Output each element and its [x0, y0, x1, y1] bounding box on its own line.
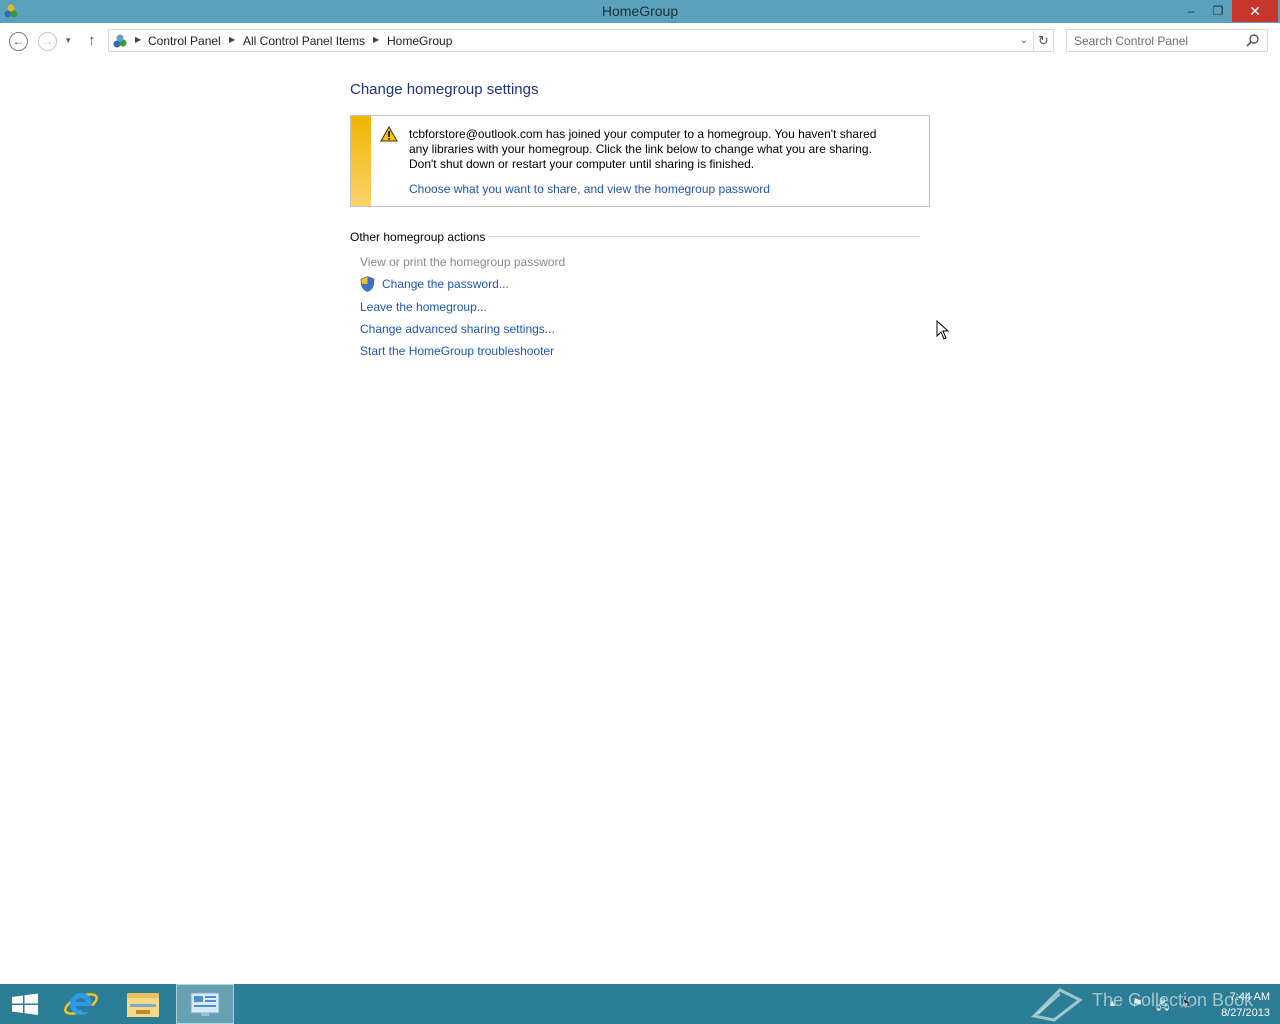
- search-box[interactable]: [1066, 29, 1268, 52]
- breadcrumb-separator[interactable]: ▶: [135, 35, 141, 44]
- back-button[interactable]: ←: [9, 32, 28, 51]
- notice-message: tcbforstore@outlook.com has joined your …: [409, 127, 877, 171]
- section-divider: [489, 236, 920, 237]
- up-button[interactable]: ↑: [88, 32, 96, 49]
- internet-explorer-icon: [64, 993, 98, 1015]
- homegroup-notice: tcbforstore@outlook.com has joined your …: [350, 115, 930, 207]
- view-print-password-link: View or print the homegroup password: [360, 255, 566, 269]
- book-logo-icon: [1030, 988, 1083, 1022]
- start-button[interactable]: [0, 984, 58, 1024]
- troubleshooter-link[interactable]: Start the HomeGroup troubleshooter: [360, 344, 554, 358]
- choose-share-link[interactable]: Choose what you want to share, and view …: [409, 182, 770, 196]
- recent-locations-button[interactable]: ▾: [66, 35, 71, 46]
- restore-button[interactable]: ❐: [1205, 0, 1231, 22]
- forward-button[interactable]: →: [38, 32, 57, 51]
- breadcrumb-all-items[interactable]: All Control Panel Items: [243, 34, 365, 48]
- warning-icon: [380, 126, 398, 142]
- control-panel-icon: [113, 34, 127, 48]
- folder-icon: [127, 993, 159, 1017]
- address-dropdown-button[interactable]: ⌄: [1015, 32, 1033, 50]
- action-center-flag-icon[interactable]: ⚑: [1132, 996, 1143, 1010]
- window-title: HomeGroup: [601, 3, 679, 19]
- close-button[interactable]: ✕: [1232, 0, 1278, 22]
- advanced-sharing-link[interactable]: Change advanced sharing settings...: [360, 322, 555, 336]
- page-title: Change homegroup settings: [350, 81, 539, 98]
- clock-date: 8/27/2013: [1221, 1007, 1270, 1019]
- clock-time: 7:44 AM: [1229, 991, 1270, 1003]
- minimize-button[interactable]: –: [1178, 0, 1204, 22]
- windows-logo-icon: [12, 993, 38, 1015]
- navigation-bar: ← → ▾ ↑ ▶ Control Panel ▶ All Control Pa…: [0, 23, 1280, 59]
- breadcrumb-separator[interactable]: ▶: [229, 35, 235, 44]
- other-actions-heading: Other homegroup actions: [350, 230, 486, 244]
- control-panel-taskbar-button[interactable]: [176, 984, 234, 1024]
- show-hidden-icons[interactable]: ▲: [1108, 998, 1117, 1008]
- title-bar[interactable]: HomeGroup – ❐ ✕: [0, 0, 1280, 23]
- change-password-link[interactable]: Change the password...: [382, 277, 509, 291]
- address-bar[interactable]: ▶ Control Panel ▶ All Control Panel Item…: [108, 29, 1054, 52]
- search-input[interactable]: [1067, 30, 1243, 51]
- volume-icon[interactable]: 🔈: [1180, 996, 1195, 1010]
- system-clock[interactable]: 7:44 AM 8/27/2013: [1200, 989, 1270, 1021]
- magnifier-icon[interactable]: [1245, 33, 1261, 49]
- mouse-pointer-icon: [936, 320, 950, 340]
- notice-accent-stripe: [351, 116, 371, 206]
- network-icon[interactable]: 🖧: [1156, 996, 1169, 1017]
- internet-explorer-button[interactable]: [52, 984, 110, 1024]
- refresh-button[interactable]: ↻: [1033, 31, 1053, 51]
- file-explorer-button[interactable]: [114, 984, 172, 1024]
- breadcrumb-control-panel[interactable]: Control Panel: [148, 34, 221, 48]
- breadcrumb-homegroup[interactable]: HomeGroup: [387, 34, 452, 48]
- leave-homegroup-link[interactable]: Leave the homegroup...: [360, 300, 487, 314]
- breadcrumb-separator[interactable]: ▶: [373, 35, 379, 44]
- control-panel-icon: [190, 992, 220, 1016]
- uac-shield-icon: [360, 276, 375, 292]
